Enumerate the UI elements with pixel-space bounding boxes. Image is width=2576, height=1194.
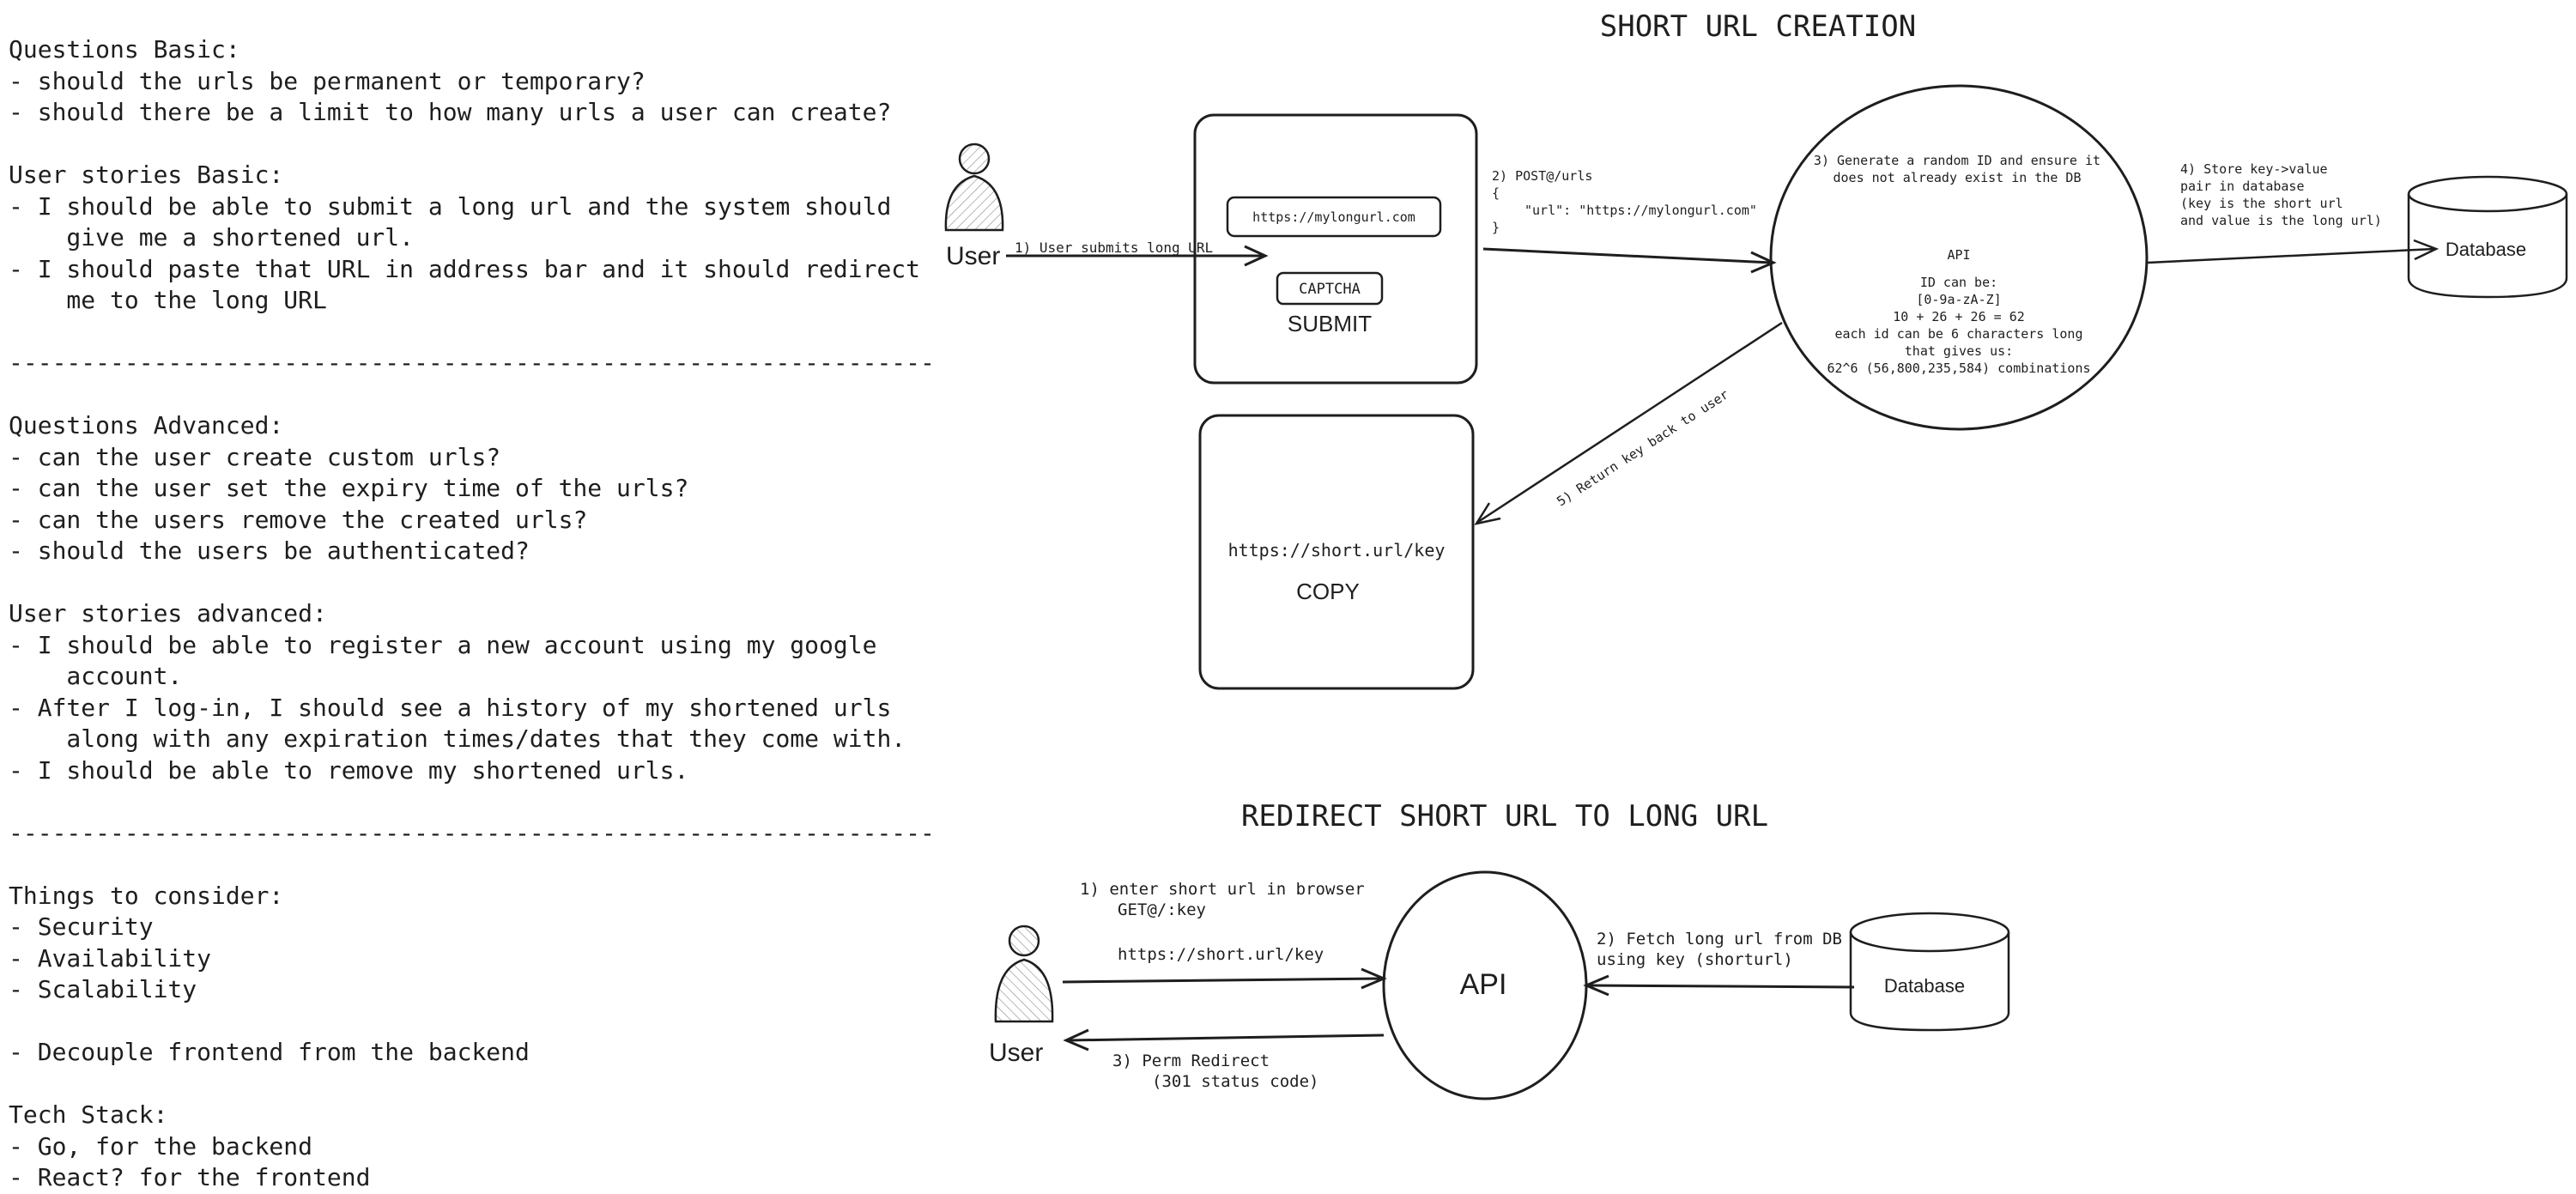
svg-text:[0-9a-zA-Z]: [0-9a-zA-Z] [1916, 292, 2001, 307]
step2-arrow [1482, 247, 1777, 274]
svg-text:pair in database: pair in database [2180, 179, 2305, 194]
step5-label: 5) Return key back to user [1554, 386, 1731, 509]
svg-text:4) Store key->value: 4) Store key->value [2180, 161, 2328, 177]
redirect-step3-arrow [1063, 1028, 1385, 1052]
creation-api-label: API [1947, 247, 1970, 263]
redirect-step1-arrow [1062, 967, 1387, 990]
redirect-user-icon [994, 924, 1054, 1023]
diagram-canvas: SHORT URL CREATION User 1) User submits … [944, 9, 2568, 1100]
svg-text:each id can be 6 characters lo: each id can be 6 characters long [1835, 326, 2083, 342]
url-form-box [1193, 113, 1478, 385]
redirect-user-label: User [989, 1039, 1043, 1067]
redirect-database-label: Database [1884, 975, 1965, 997]
long-url-input-value: https://mylongurl.com [1252, 209, 1415, 225]
api-id-info: ID can be: [0-9a-zA-Z] 10 + 26 + 26 = 62… [1827, 275, 2090, 376]
svg-text:}: } [1492, 220, 1500, 235]
step2-label: 2) POST@/urls { "url": "https://mylongur… [1492, 168, 1757, 235]
redirect-step1-line1: 1) enter short url in browser [1080, 880, 1365, 899]
submit-button[interactable]: SUBMIT [1288, 311, 1372, 336]
svg-text:10 + 26 + 26 = 62: 10 + 26 + 26 = 62 [1893, 309, 2025, 324]
step5-arrow [1474, 321, 1783, 525]
svg-text:2) POST@/urls: 2) POST@/urls [1492, 168, 1592, 184]
svg-text:that gives us:: that gives us: [1905, 343, 2013, 359]
creation-user-label: User [946, 242, 1000, 270]
step4-arrow [2147, 239, 2440, 264]
redirect-step3-line2: (301 status code) [1152, 1072, 1318, 1091]
step4-label: 4) Store key->value pair in database (ke… [2180, 161, 2382, 228]
svg-text:ID can be:: ID can be: [1920, 275, 1997, 290]
redirect-step2-arrow [1583, 974, 1855, 997]
short-url-value: https://short.url/key [1228, 540, 1446, 561]
creation-database-label: Database [2446, 239, 2526, 260]
redirect-step1-line2: GET@/:key [1118, 900, 1206, 919]
redirect-step1-url: https://short.url/key [1118, 945, 1324, 964]
step3-label-line2: does not already exist in the DB [1834, 170, 2082, 185]
svg-text:(key is the short url: (key is the short url [2180, 196, 2343, 211]
redirect-step2-line1: 2) Fetch long url from DB [1597, 930, 1842, 949]
captcha-label: CAPTCHA [1299, 281, 1361, 298]
svg-text:{: { [1492, 185, 1500, 201]
svg-text:"url": "https://mylongurl.com": "url": "https://mylongurl.com" [1524, 203, 1757, 218]
creation-title: SHORT URL CREATION [1600, 9, 1916, 44]
svg-text:and value is the long url): and value is the long url) [2180, 213, 2382, 228]
redirect-step2-line2: using key (shorturl) [1597, 950, 1793, 969]
copy-button[interactable]: COPY [1296, 579, 1360, 604]
redirect-api-label: API [1460, 968, 1507, 1001]
redirect-database-icon [1849, 912, 2010, 1032]
step1-label: 1) User submits long URL [1015, 239, 1213, 256]
step3-label-line1: 3) Generate a random ID and ensure it [1814, 153, 2100, 168]
svg-text:62^6 (56,800,235,584) combinat: 62^6 (56,800,235,584) combinations [1827, 361, 2090, 376]
redirect-title: REDIRECT SHORT URL TO LONG URL [1241, 799, 1768, 833]
creation-database-icon [2407, 175, 2568, 299]
creation-user-icon [944, 142, 1004, 232]
redirect-step3-line1: 3) Perm Redirect [1112, 1052, 1270, 1070]
